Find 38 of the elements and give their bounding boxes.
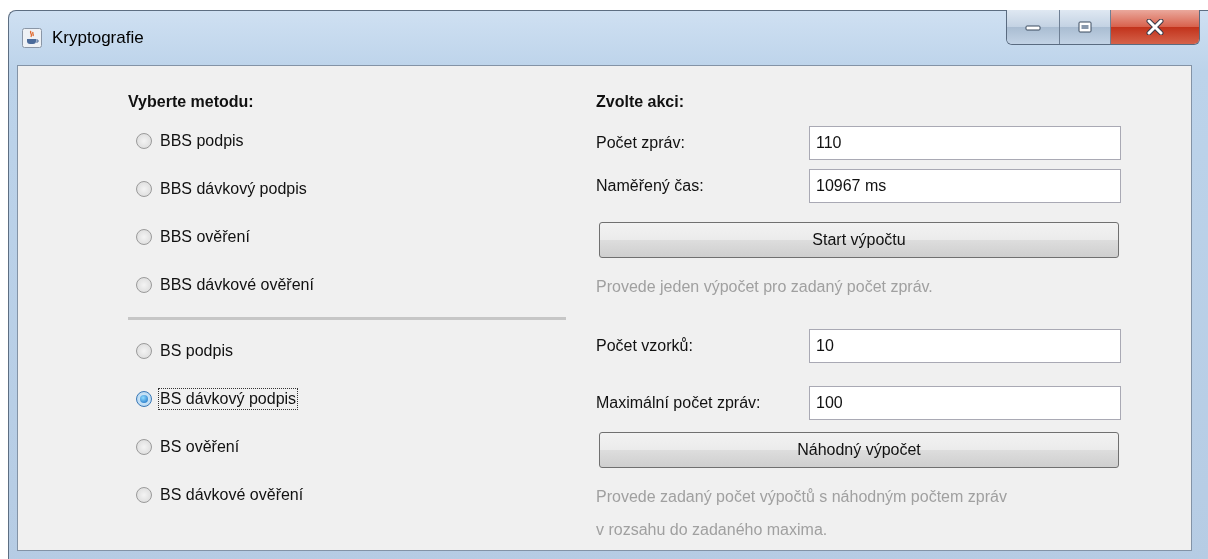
section-heading: Vyberte metodu:: [128, 92, 255, 112]
field-label: Počet vzorků:: [596, 336, 694, 355]
close-button[interactable]: [1110, 10, 1199, 44]
input-field[interactable]: 100: [809, 385, 1121, 420]
field-label: Počet zpráv:: [596, 133, 686, 152]
action-button[interactable]: Start výpočtu: [599, 222, 1119, 258]
input-field[interactable]: 110: [809, 125, 1121, 160]
radio-button[interactable]: [136, 343, 152, 359]
radio-button[interactable]: [136, 487, 152, 503]
radio-label[interactable]: BBS podpis: [158, 130, 246, 152]
radio-button[interactable]: [136, 229, 152, 245]
maximize-icon: [1075, 20, 1095, 34]
minimize-button[interactable]: [1007, 10, 1059, 44]
radio-button[interactable]: [136, 391, 152, 407]
section-heading: Zvolte akci:: [596, 92, 686, 112]
hint-text: Provede jeden výpočet pro zadaný počet zpráv.: [596, 277, 934, 297]
radio-button[interactable]: [136, 277, 152, 293]
radio-label[interactable]: BBS dávkový podpis: [158, 178, 309, 200]
coffee-cup-icon: [22, 28, 42, 48]
field-label: Naměřený čas:: [596, 176, 705, 195]
minimize-icon: [1023, 22, 1043, 32]
window-title: Kryptografie: [52, 28, 144, 48]
action-button[interactable]: Náhodný výpočet: [599, 432, 1119, 468]
radio-label[interactable]: BS podpis: [158, 340, 235, 362]
input-field[interactable]: 10967 ms: [809, 168, 1121, 203]
radio-label[interactable]: BS ověření: [158, 436, 242, 458]
radio-label[interactable]: BS dávkový podpis: [158, 388, 299, 410]
radio-label[interactable]: BBS dávkové ověření: [158, 274, 316, 296]
radio-button[interactable]: [136, 133, 152, 149]
field-label: Maximální počet zpráv:: [596, 393, 762, 412]
radio-button[interactable]: [136, 439, 152, 455]
input-field[interactable]: 10: [809, 328, 1121, 363]
radio-label[interactable]: BS dávkové ověření: [158, 484, 306, 506]
hint-text: Provede zadaný počet výpočtů s náhodným počtem zpráv v rozsahu do zadaného maxima.: [596, 487, 1008, 540]
maximize-button[interactable]: [1059, 10, 1110, 44]
radio-label[interactable]: BBS ověření: [158, 226, 252, 248]
close-icon: [1145, 19, 1165, 35]
radio-button[interactable]: [136, 181, 152, 197]
